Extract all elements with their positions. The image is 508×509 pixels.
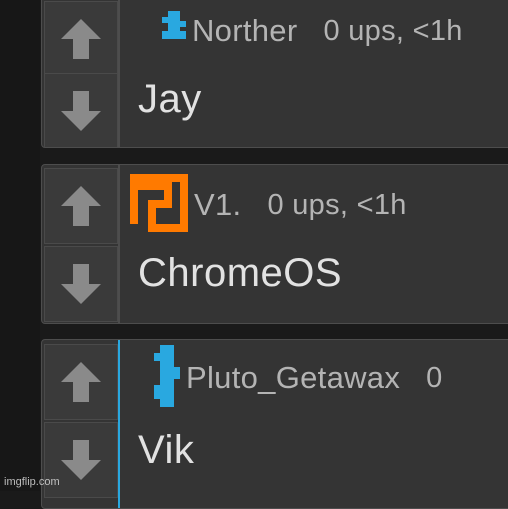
arrow-down-icon [61, 440, 101, 480]
arrow-up-icon [61, 19, 101, 59]
comment-stats: 0 ups, <1h [323, 14, 463, 47]
vote-column [42, 165, 120, 323]
username-link[interactable]: Norther [192, 13, 297, 49]
arrow-down-icon [61, 91, 101, 131]
comment-text: Vik [138, 428, 195, 472]
arrow-down-icon [61, 264, 101, 304]
upvote-button[interactable] [44, 344, 118, 420]
comment-card: V1. 0 ups, <1h ChromeOS [41, 164, 508, 324]
pixel-avatar-icon[interactable] [162, 10, 186, 52]
comment-text: Jay [138, 77, 202, 121]
pixel-avatar-icon[interactable] [130, 173, 188, 237]
comment-stats: 0 [426, 361, 443, 394]
pixel-avatar-icon[interactable] [154, 344, 180, 412]
comment-card: Norther 0 ups, <1h Jay [41, 0, 508, 148]
comment-meta: V1. 0 ups, <1h [130, 173, 508, 237]
comment-meta: Norther 0 ups, <1h [130, 1, 508, 61]
comment-text: ChromeOS [138, 251, 343, 295]
left-gutter [0, 0, 40, 491]
vote-column [42, 0, 120, 147]
upvote-button[interactable] [44, 1, 118, 77]
username-link[interactable]: V1. [194, 187, 241, 223]
upvote-button[interactable] [44, 168, 118, 244]
comment-meta: Pluto_Getawax 0 [130, 344, 508, 408]
arrow-up-icon [61, 362, 101, 402]
downvote-button[interactable] [44, 73, 118, 147]
watermark: imgflip.com [4, 476, 60, 488]
username-link[interactable]: Pluto_Getawax [186, 360, 400, 396]
comment-stats: 0 ups, <1h [267, 188, 407, 221]
comment-card: Pluto_Getawax 0 Vik [41, 339, 508, 509]
downvote-button[interactable] [44, 246, 118, 322]
arrow-up-icon [61, 186, 101, 226]
